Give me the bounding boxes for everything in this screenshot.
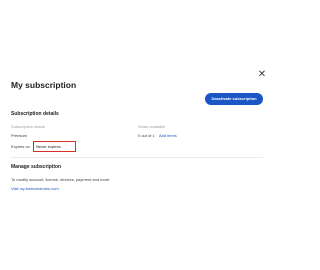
dialog-title: My subscription	[11, 80, 77, 90]
subscription-details-heading: Subscription details	[11, 111, 59, 117]
seats-available-value: 0 out of 1	[138, 133, 155, 138]
seats-available-label: Seats available	[138, 124, 166, 129]
section-divider	[11, 157, 263, 158]
add-items-link[interactable]: Add items	[159, 133, 177, 138]
close-icon[interactable]: ✕	[257, 70, 267, 80]
manage-subscription-link[interactable]: Visit my.beeeandroles.com	[11, 186, 59, 191]
subscription-status-label: Subscription status	[11, 124, 45, 129]
deactivate-subscription-button[interactable]: Deactivate subscription	[205, 93, 263, 105]
expires-on-label: Expires on	[11, 144, 30, 149]
manage-subscription-heading: Manage subscription	[11, 164, 62, 170]
expires-on-value: Never expires	[36, 144, 61, 149]
subscription-status-value: Premium	[11, 133, 28, 138]
manage-subscription-description: To modify account, license, devices, pay…	[11, 177, 111, 182]
